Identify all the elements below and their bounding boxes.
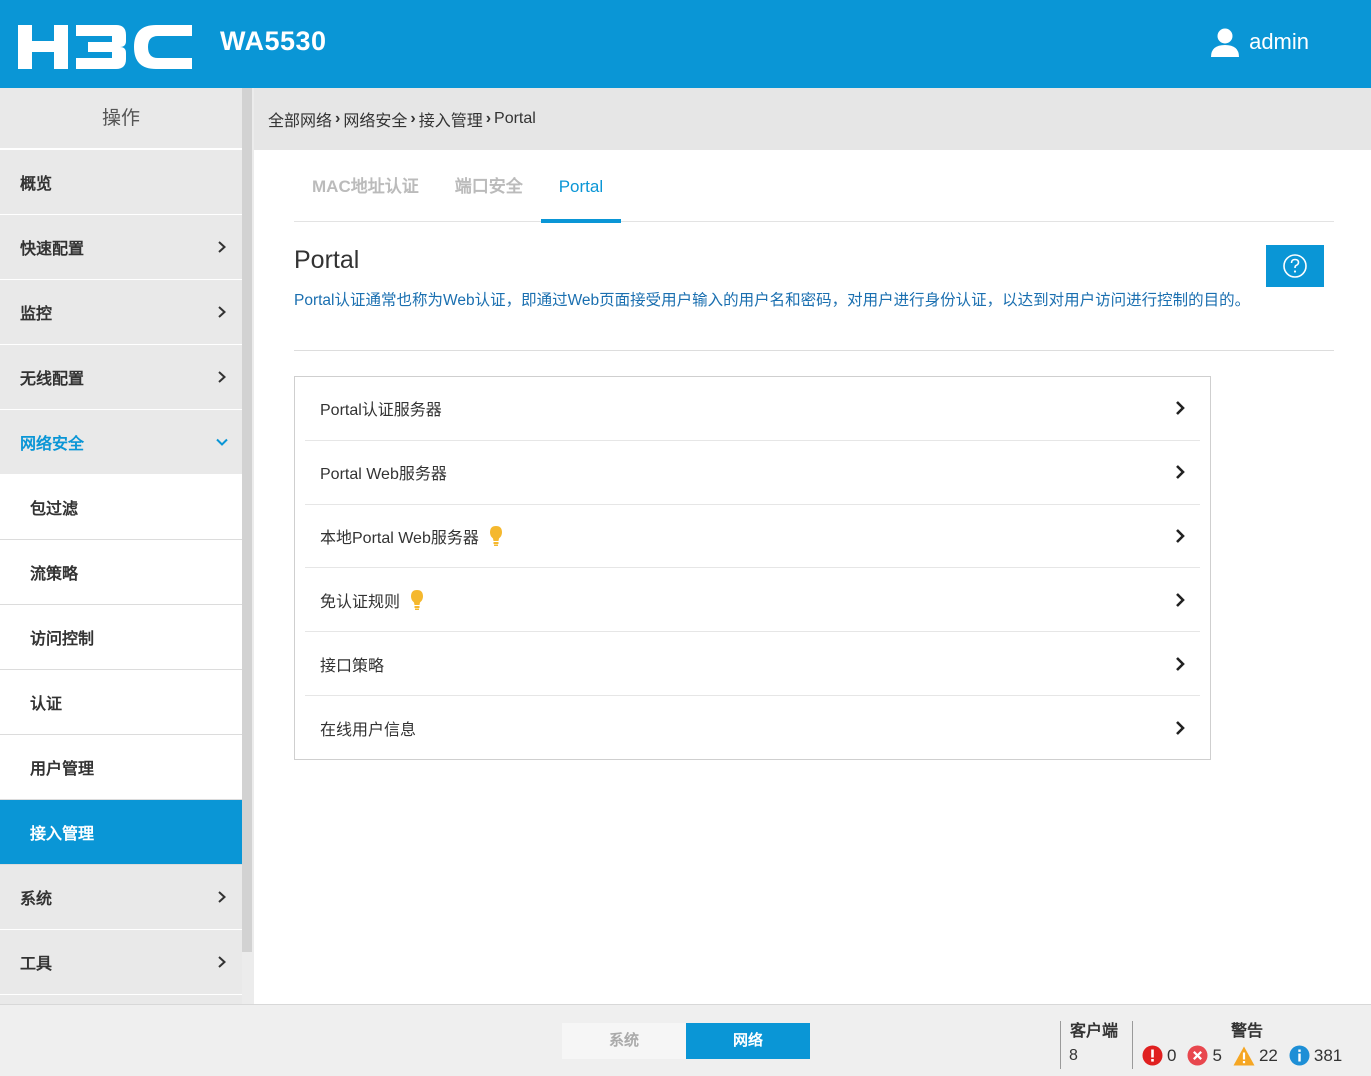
lightbulb-hint-icon[interactable] <box>489 525 503 547</box>
sidebar-subitem-access-management[interactable]: 接入管理 <box>0 800 242 865</box>
alarms-label: 警告 <box>1231 1023 1264 1040</box>
chevron-right-icon <box>1176 720 1185 735</box>
chevron-right-icon <box>1176 401 1185 416</box>
menu-item-auth-free-rules[interactable]: 免认证规则 <box>305 568 1200 633</box>
breadcrumb-separator-icon: › <box>410 110 416 127</box>
main-content: MAC地址认证 端口安全 Portal Portal Portal认证通常也称为… <box>254 150 1371 1004</box>
menu-item-label: 本地Portal Web服务器 <box>320 529 479 547</box>
sidebar-subitem-access-control[interactable]: 访问控制 <box>0 605 242 670</box>
sidebar-subitem-user-management[interactable]: 用户管理 <box>0 735 242 800</box>
menu-item-interface-policy[interactable]: 接口策略 <box>305 632 1200 696</box>
help-icon <box>1283 254 1307 278</box>
section-divider <box>294 350 1334 351</box>
sidebar-subitem-authentication[interactable]: 认证 <box>0 670 242 735</box>
menu-item-label: 接口策略 <box>320 657 385 675</box>
chevron-right-icon <box>218 306 226 318</box>
lightbulb-hint-icon[interactable] <box>410 589 424 611</box>
menu-item-label-wrap: 免认证规则 <box>320 588 424 612</box>
breadcrumb-item[interactable]: 全部网络 <box>268 107 332 131</box>
menu-item-label: 免认证规则 <box>320 593 401 611</box>
alarm-info[interactable]: 381 <box>1289 1045 1342 1066</box>
menu-item-label-wrap: 本地Portal Web服务器 <box>320 524 503 548</box>
breadcrumb-current: Portal <box>494 110 536 127</box>
error-alarm-icon <box>1187 1045 1208 1066</box>
menu-item-portal-auth-server[interactable]: Portal认证服务器 <box>305 377 1200 441</box>
breadcrumb-separator-icon: › <box>335 110 341 127</box>
alarm-count: 5 <box>1212 1045 1222 1065</box>
alarm-critical[interactable]: 0 <box>1142 1045 1176 1066</box>
breadcrumb: 全部网络 › 网络安全 › 接入管理 › Portal <box>254 88 1371 150</box>
portal-menu-list: Portal认证服务器 Portal Web服务器 本地Portal Web服务… <box>294 376 1211 760</box>
alarm-count: 0 <box>1167 1045 1177 1065</box>
chevron-right-icon <box>1176 592 1185 607</box>
tab-bar: MAC地址认证 端口安全 Portal <box>294 172 1334 223</box>
menu-item-label: 在线用户信息 <box>320 721 417 739</box>
menu-item-local-portal-web-server[interactable]: 本地Portal Web服务器 <box>305 505 1200 569</box>
device-model: WA5530 <box>220 26 327 56</box>
sidebar-item-network-security[interactable]: 网络安全 <box>0 410 242 475</box>
user-menu[interactable]: admin <box>1209 26 1309 58</box>
help-button[interactable] <box>1266 245 1324 287</box>
breadcrumb-item[interactable]: 网络安全 <box>343 107 407 131</box>
critical-alarm-icon <box>1142 1045 1163 1066</box>
sidebar-item-label: 网络安全 <box>20 436 85 453</box>
info-alarm-icon <box>1289 1045 1310 1066</box>
footer-divider <box>1132 1021 1133 1069</box>
warning-alarm-icon <box>1233 1046 1255 1065</box>
sidebar-item-tools[interactable]: 工具 <box>0 930 242 995</box>
sidebar-item-overview[interactable]: 概览 <box>0 150 242 215</box>
sidebar-item-system[interactable]: 系统 <box>0 865 242 930</box>
menu-item-portal-web-server[interactable]: Portal Web服务器 <box>305 441 1200 505</box>
alarm-count: 381 <box>1313 1045 1343 1065</box>
menu-item-online-user-info[interactable]: 在线用户信息 <box>305 696 1200 760</box>
sidebar-item-label: 概览 <box>20 176 53 193</box>
alarm-count: 22 <box>1258 1045 1278 1065</box>
alarm-warning[interactable]: 22 <box>1233 1046 1278 1066</box>
top-header: WA5530 admin <box>0 0 1371 88</box>
view-toggle-network[interactable]: 网络 <box>686 1023 810 1059</box>
alarm-error[interactable]: 5 <box>1187 1045 1222 1066</box>
chevron-down-icon <box>216 438 228 446</box>
sidebar: 操作 概览 快速配置 监控 无线配置 网络安全 包过滤 流策略 访问控制 认证 … <box>0 88 242 1004</box>
chevron-right-icon <box>1176 656 1185 671</box>
sidebar-scrollbar[interactable] <box>242 88 252 952</box>
menu-item-label: Portal Web服务器 <box>320 466 447 484</box>
sidebar-item-wireless-config[interactable]: 无线配置 <box>0 345 242 410</box>
page-title: Portal <box>294 246 360 274</box>
view-toggle-system[interactable]: 系统 <box>562 1023 686 1059</box>
tab-port-security[interactable]: 端口安全 <box>437 172 541 222</box>
chevron-right-icon <box>1176 529 1185 543</box>
h3c-logo <box>18 25 192 69</box>
breadcrumb-item[interactable]: 接入管理 <box>419 107 483 131</box>
sidebar-item-quick-config[interactable]: 快速配置 <box>0 215 242 280</box>
sidebar-item-monitor[interactable]: 监控 <box>0 280 242 345</box>
sidebar-item-label: 快速配置 <box>20 241 85 258</box>
sidebar-title: 操作 <box>0 88 242 150</box>
tab-mac-auth[interactable]: MAC地址认证 <box>294 172 437 222</box>
chevron-right-icon <box>218 891 226 903</box>
sidebar-subitem-flow-policy[interactable]: 流策略 <box>0 540 242 605</box>
sidebar-item-label: 无线配置 <box>20 371 85 388</box>
sidebar-item-label: 工具 <box>20 956 53 973</box>
chevron-right-icon <box>218 241 226 253</box>
chevron-right-icon <box>218 956 226 968</box>
chevron-right-icon <box>218 371 226 383</box>
view-toggle: 系统 网络 <box>562 1023 810 1059</box>
chevron-right-icon <box>1176 465 1185 480</box>
sidebar-subitem-packet-filter[interactable]: 包过滤 <box>0 475 242 540</box>
status-footer: 系统 网络 客户端 8 警告 0 5 22 381 <box>0 1004 1371 1076</box>
clients-count[interactable]: 8 <box>1069 1047 1078 1065</box>
menu-item-label: Portal认证服务器 <box>320 402 442 420</box>
clients-label: 客户端 <box>1070 1023 1119 1040</box>
user-icon <box>1211 28 1240 57</box>
tab-portal[interactable]: Portal <box>540 172 622 223</box>
page-description: Portal认证通常也称为Web认证，即通过Web页面接受用户输入的用户名和密码… <box>294 292 1251 309</box>
sidebar-item-label: 监控 <box>20 306 53 323</box>
footer-divider <box>1060 1021 1061 1069</box>
username: admin <box>1249 29 1309 54</box>
breadcrumb-separator-icon: › <box>485 110 492 127</box>
sidebar-item-label: 系统 <box>20 891 53 908</box>
alarm-counters: 0 5 22 381 <box>1142 1045 1353 1066</box>
